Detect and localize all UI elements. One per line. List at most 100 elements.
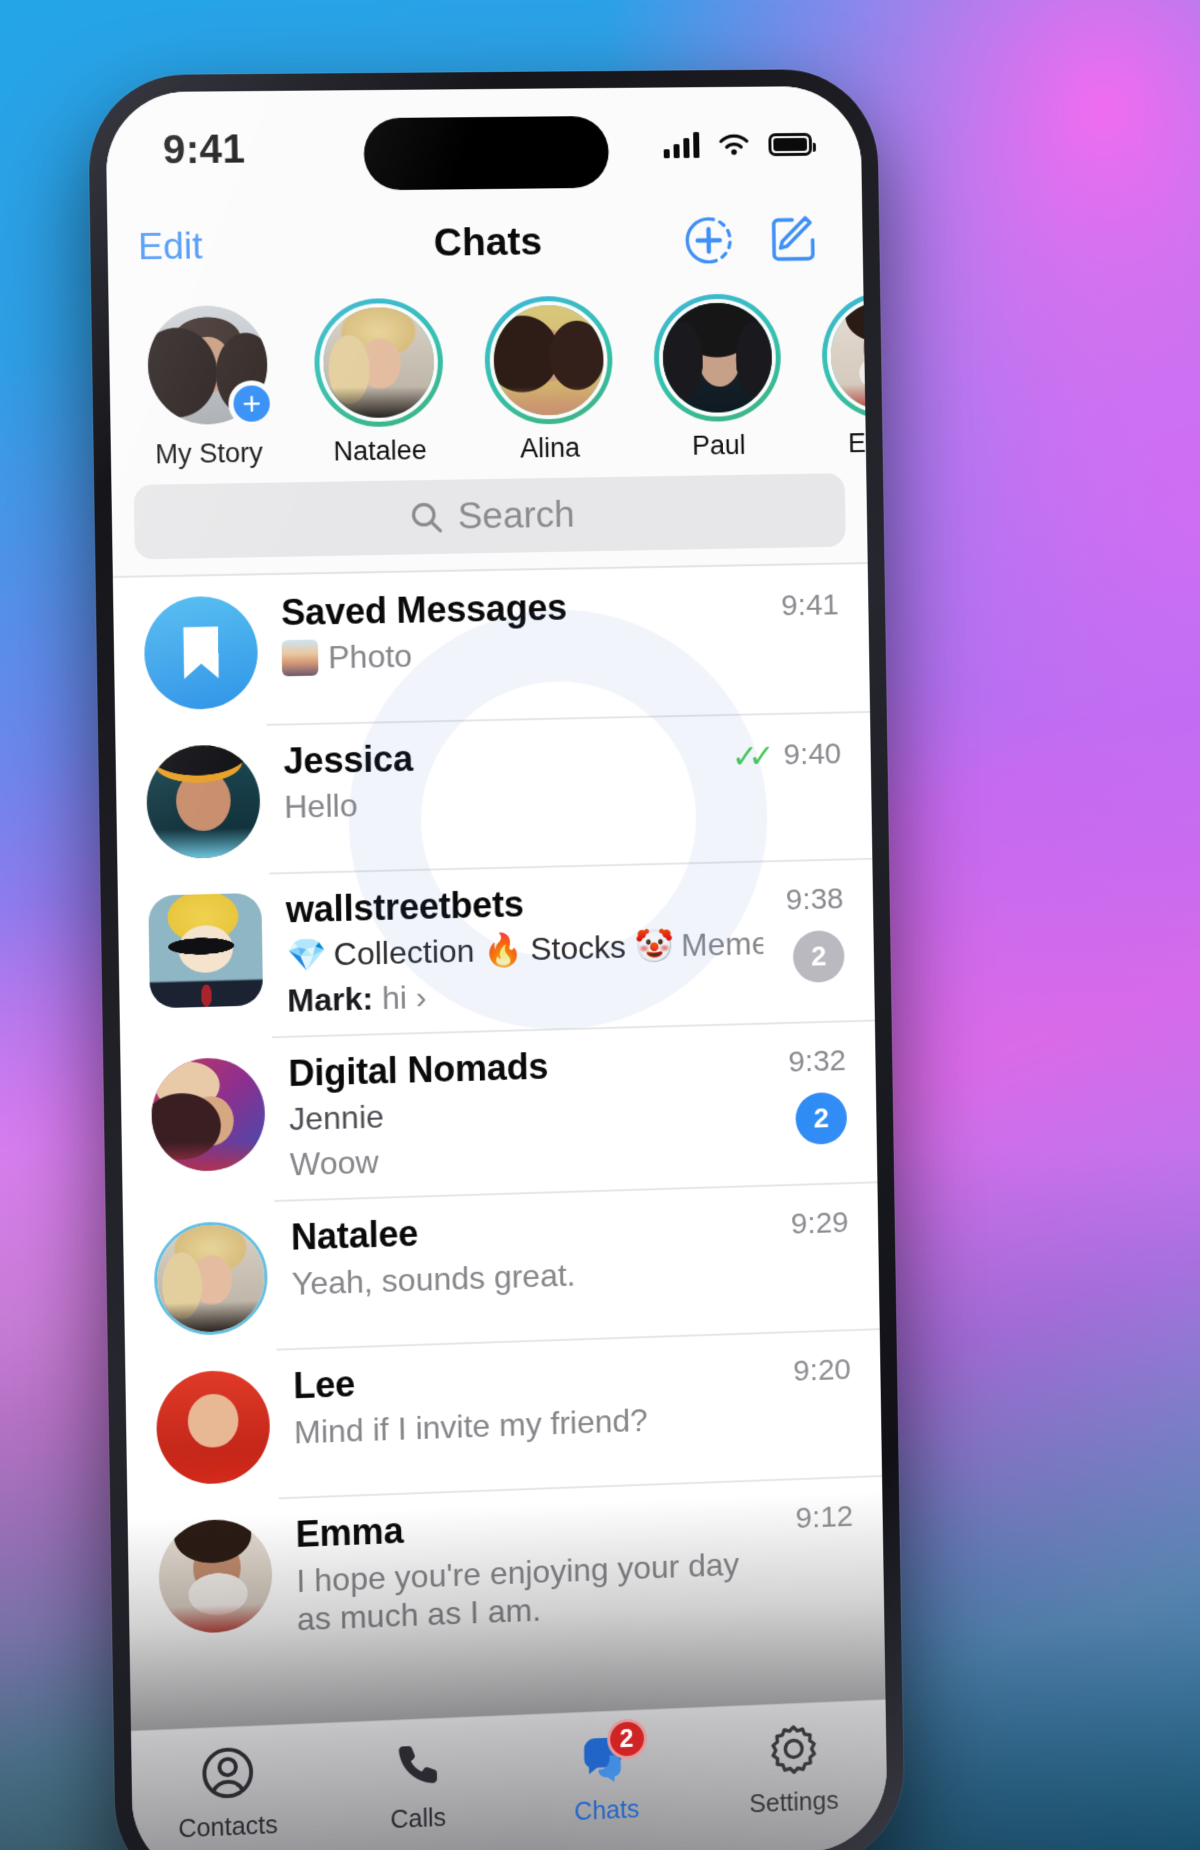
contacts-icon: [200, 1745, 255, 1802]
story-ring: [653, 293, 782, 423]
chat-row-meta: 9:38 2: [786, 874, 845, 984]
story-item-alina[interactable]: Alina: [473, 295, 625, 465]
tab-icon-wrap: [390, 1737, 445, 1798]
chat-row-meta: 9:41: [781, 580, 839, 623]
chat-row-content: Emma I hope you're enjoying your day as …: [295, 1495, 773, 1638]
chat-title: Natalee: [290, 1212, 419, 1258]
chat-time-line: 9:20: [793, 1353, 851, 1389]
search-input[interactable]: Search: [133, 473, 846, 560]
avatar: [150, 1056, 266, 1173]
story-item-natalee[interactable]: Natalee: [302, 297, 455, 468]
unread-badge: 2: [795, 1091, 848, 1146]
chat-row-meta: 9:32 2: [788, 1036, 848, 1146]
avatar: [318, 302, 439, 423]
tab-contacts[interactable]: Contacts: [131, 1742, 323, 1847]
chat-row-saved-messages[interactable]: Saved Messages Photo 9:41: [113, 564, 870, 727]
compose-icon[interactable]: [768, 213, 820, 265]
chat-preview: Yeah, sounds great.: [291, 1256, 576, 1302]
topic-stocks: 🔥 Stocks: [483, 928, 627, 969]
chat-row-natalee[interactable]: Natalee Yeah, sounds great. 9:29: [123, 1181, 880, 1354]
page-title: Chats: [433, 220, 543, 265]
chat-preview: I hope you're enjoying your day as much …: [296, 1545, 740, 1638]
chat-row-lee[interactable]: Lee Mind if I invite my friend? 9:20: [125, 1328, 882, 1503]
story-ring: +: [142, 300, 276, 431]
chat-last-message: Mark: hi ›: [287, 969, 764, 1020]
navigation-bar: Edit Chats: [106, 192, 864, 294]
chat-row-content: Lee Mind if I invite my friend?: [293, 1348, 771, 1451]
chat-title: Jessica: [283, 737, 414, 782]
chat-title: Digital Nomads: [288, 1045, 549, 1095]
chat-time: 9:29: [790, 1206, 849, 1241]
avatar: [658, 298, 777, 418]
story-ring: [483, 295, 614, 426]
tab-bar[interactable]: Contacts Calls 2 Chats Settings: [130, 1699, 888, 1850]
tab-label: Chats: [574, 1795, 640, 1827]
chat-time: 9:20: [793, 1353, 852, 1388]
avatar: [158, 1517, 273, 1635]
stories-row[interactable]: + My Story Natalee Alina Paul Emma: [108, 284, 867, 482]
avatar: [488, 300, 609, 421]
avatar: [143, 595, 259, 711]
cellular-signal-icon: [663, 131, 700, 159]
unread-badge: 2: [792, 930, 845, 984]
chat-row-meta: ✓✓ 9:40: [731, 727, 841, 775]
add-contact-icon[interactable]: [683, 214, 735, 266]
tab-label: Calls: [390, 1803, 447, 1835]
bookmark-icon: [183, 626, 219, 680]
tab-badge: 2: [606, 1718, 647, 1760]
story-item-emma[interactable]: Emma: [810, 291, 867, 460]
photo-thumbnail-icon: [281, 639, 319, 677]
chat-preview: Woow: [289, 1143, 379, 1183]
wifi-icon: [715, 130, 753, 155]
search-icon: [411, 502, 442, 532]
story-ring: [313, 297, 444, 428]
chat-time: 9:38: [785, 882, 844, 917]
story-item-paul[interactable]: Paul: [642, 293, 793, 462]
story-item-my-story[interactable]: + My Story: [131, 300, 285, 471]
topic-collection: 💎 Collection: [286, 932, 475, 974]
topic-memes: 🤡 Memes...: [634, 924, 764, 965]
chat-time-line: 9:29: [791, 1206, 849, 1242]
tab-icon-wrap: [200, 1745, 255, 1807]
avatar: [148, 892, 264, 1009]
status-bar-clock: 9:41: [162, 126, 246, 172]
read-receipt-icon: ✓✓: [731, 738, 766, 775]
chat-row-wallstreetbets[interactable]: wallstreetbets 💎 Collection 🔥 Stocks 🤡 Meme…: [118, 858, 875, 1041]
chat-time-line: 9:32: [788, 1044, 846, 1079]
chat-row-meta: 9:20: [793, 1345, 851, 1389]
add-story-plus-icon[interactable]: +: [228, 380, 276, 428]
story-label: Natalee: [333, 435, 428, 467]
avatar: [826, 296, 867, 415]
chat-list[interactable]: Saved Messages Photo 9:41 Jessica Hello …: [112, 562, 885, 1662]
chat-time: 9:41: [781, 588, 840, 623]
chat-row-jessica[interactable]: Jessica Hello ✓✓ 9:40: [115, 711, 872, 876]
gem-icon: 💎: [286, 936, 327, 974]
tab-settings[interactable]: Settings: [699, 1718, 887, 1821]
chat-row-digital-nomads[interactable]: Digital Nomads Jennie Woow 9:32 2: [120, 1020, 877, 1205]
phone-icon: [398, 1745, 437, 1785]
chat-time-line: 9:38: [786, 882, 844, 917]
chat-row-meta: 9:12: [795, 1492, 853, 1536]
phone-mockup: 9:41 Edit Chats + My Story Natalee Alina…: [87, 68, 905, 1850]
chat-sender: Mark:: [286, 980, 374, 1019]
tab-chats[interactable]: 2 Chats: [511, 1718, 700, 1830]
dynamic-island: [363, 115, 610, 191]
chat-preview: hi ›: [381, 978, 427, 1016]
chat-time: 9:32: [788, 1044, 847, 1079]
chat-row-emma[interactable]: Emma I hope you're enjoying your day as …: [127, 1475, 884, 1661]
chat-time-line: ✓✓ 9:40: [731, 735, 841, 775]
tab-calls[interactable]: Calls: [322, 1734, 513, 1838]
chat-topics: 💎 Collection 🔥 Stocks 🤡 Memes...: [286, 924, 763, 975]
chat-time: 9:12: [795, 1500, 854, 1536]
battery-icon: [768, 132, 813, 156]
search-placeholder: Search: [457, 493, 575, 537]
chat-title: Saved Messages: [280, 586, 568, 634]
story-label: Paul: [691, 430, 746, 461]
avatar: [145, 744, 261, 860]
phone-screen: 9:41 Edit Chats + My Story Natalee Alina…: [105, 85, 888, 1850]
story-ring: [821, 291, 867, 420]
story-label: Emma: [847, 427, 867, 459]
gear-icon: [766, 1721, 820, 1777]
chat-row-content: wallstreetbets 💎 Collection 🔥 Stocks 🤡 Meme…: [285, 876, 764, 1020]
edit-button[interactable]: Edit: [138, 225, 203, 268]
